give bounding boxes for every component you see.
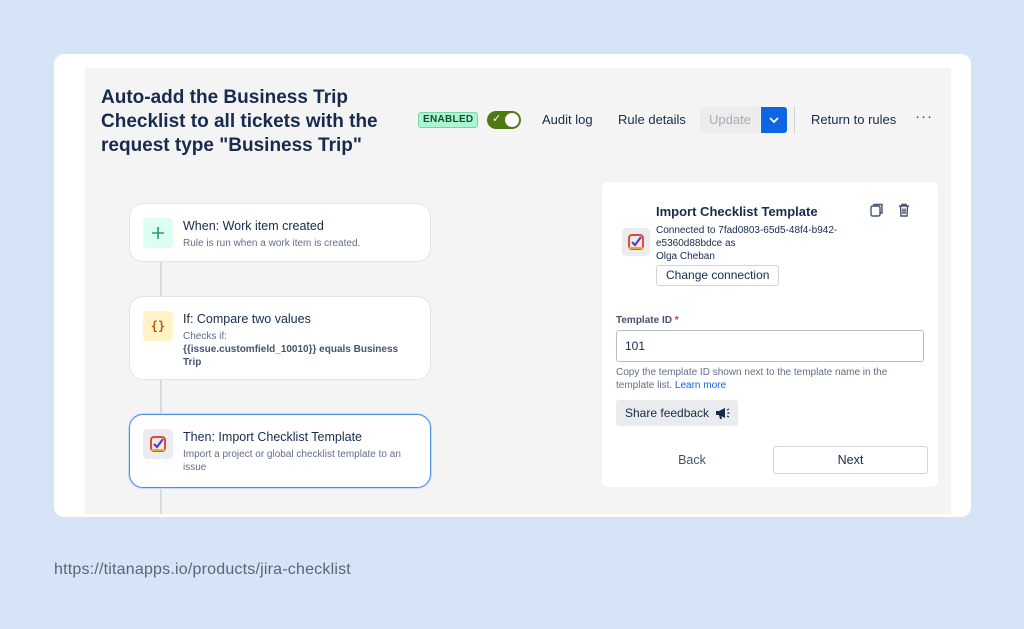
rule-enabled-toggle[interactable]: ✓ [487,111,521,129]
connection-text: Connected to 7fad0803-65d5-48f4-b942-e53… [656,225,838,249]
trigger-node[interactable]: When: Work item created Rule is run when… [129,203,431,262]
rule-details-button[interactable]: Rule details [618,111,686,129]
flow-connector [160,380,162,414]
plus-icon [143,218,173,248]
share-feedback-label: Share feedback [625,406,710,420]
rule-editor: Auto-add the Business Trip Checklist to … [85,68,951,514]
share-feedback-button[interactable]: Share feedback [616,400,739,426]
condition-title: If: Compare two values [183,312,311,326]
update-button[interactable]: Update [700,107,760,133]
panel-title: Import Checklist Template [656,204,818,219]
status-badge: ENABLED [418,112,479,128]
checklist-app-icon [622,228,650,256]
connection-info: Connected to 7fad0803-65d5-48f4-b942-e53… [656,224,876,263]
check-icon: ✓ [492,112,502,125]
condition-node[interactable]: {} If: Compare two values Checks if: {{i… [129,296,431,380]
connection-user: Olga Cheban [656,251,715,262]
template-id-input[interactable] [616,330,924,362]
flow-connector [160,262,162,296]
trigger-subtitle: Rule is run when a work item is created. [183,238,361,249]
trigger-title: When: Work item created [183,219,324,233]
learn-more-link[interactable]: Learn more [675,380,726,391]
chevron-down-icon [769,117,779,124]
flow-connector [160,488,162,514]
change-connection-button[interactable]: Change connection [656,265,780,286]
action-node[interactable]: Then: Import Checklist Template Import a… [129,414,431,488]
condition-detail: {{issue.customfield_10010}} equals Busin… [183,344,399,368]
return-to-rules-button[interactable]: Return to rules [811,111,896,129]
checklist-app-icon [143,429,173,459]
audit-log-button[interactable]: Audit log [542,111,593,129]
template-id-label: Template ID * [616,315,679,326]
copy-icon[interactable] [869,202,885,218]
action-title: Then: Import Checklist Template [183,430,363,444]
rule-title: Auto-add the Business Trip Checklist to … [101,87,378,156]
braces-icon: {} [143,311,173,341]
back-button[interactable]: Back [656,446,728,474]
condition-subtitle-prefix: Checks if: [183,331,227,342]
action-subtitle: Import a project or global checklist tem… [183,449,401,473]
megaphone-icon [716,408,730,419]
more-options-button[interactable]: ··· [915,108,933,125]
template-id-help: Copy the template ID shown next to the t… [616,367,888,391]
next-button[interactable]: Next [773,446,928,474]
toolbar-divider [794,106,795,134]
component-config-panel: Import Checklist Template Connected to 7… [602,182,938,487]
trash-icon[interactable] [896,202,912,218]
toggle-knob [505,113,519,127]
footer-url: https://titanapps.io/products/jira-check… [54,561,351,578]
update-dropdown-button[interactable] [761,107,787,133]
